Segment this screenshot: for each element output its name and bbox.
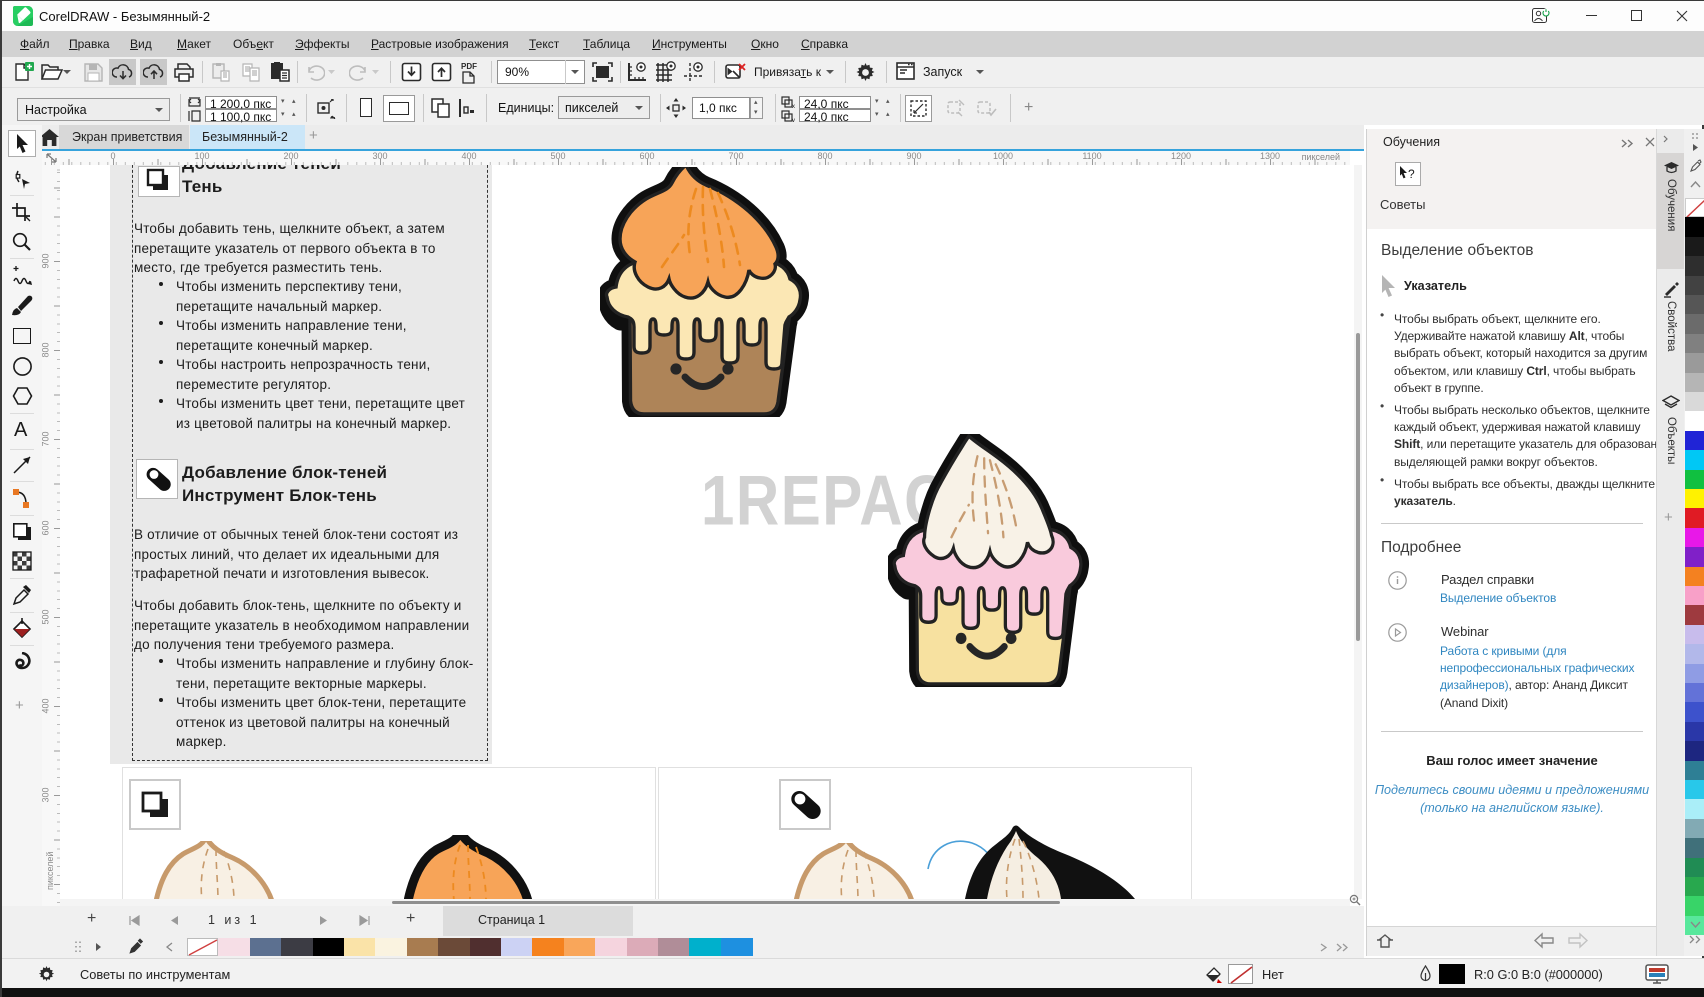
svg-text:?: ? xyxy=(1408,167,1415,181)
svg-text:x: x xyxy=(792,104,795,108)
svg-text:y: y xyxy=(792,118,795,122)
